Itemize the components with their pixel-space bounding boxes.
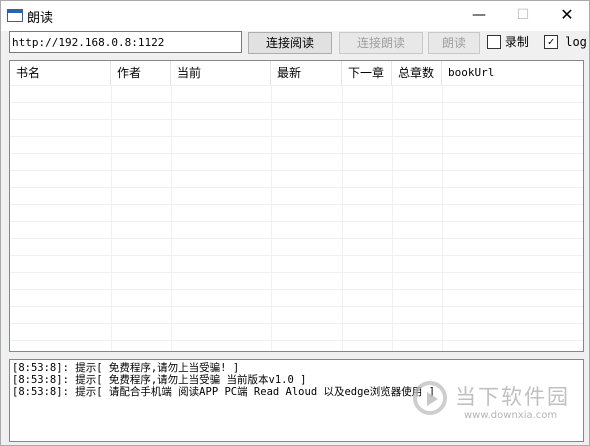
check-icon[interactable]: ✓	[544, 34, 558, 49]
app-window: 朗读 — ☐ ✕ http://192.168.0.8:1122 连接阅读 连接…	[0, 0, 590, 446]
column-header-next-chapter[interactable]: 下一章	[342, 61, 392, 85]
table-row-line	[10, 340, 583, 341]
column-header-book-url[interactable]: bookUrl	[442, 61, 583, 85]
maximize-button[interactable]: ☐	[501, 1, 545, 31]
table-row-line	[10, 187, 583, 188]
table-column-line	[342, 85, 343, 351]
log-line: [8:53:8]: 提示[ 请配合手机端 阅读APP PC端 Read Alou…	[12, 386, 435, 398]
log-line: [8:53:8]: 提示[ 免费程序,请勿上当受骗! ]	[12, 362, 240, 374]
book-table[interactable]: 书名 作者 当前 最新 下一章 总章数 bookUrl	[9, 60, 584, 352]
read-aloud-button[interactable]: 朗读	[428, 32, 480, 54]
table-row-line	[10, 272, 583, 273]
table-row-line	[10, 136, 583, 137]
column-header-total-chapters[interactable]: 总章数	[392, 61, 442, 85]
table-column-line	[171, 85, 172, 351]
minimize-button[interactable]: —	[457, 1, 501, 31]
table-column-line	[442, 85, 443, 351]
log-checkbox-label: log	[565, 35, 587, 49]
table-row-line	[10, 221, 583, 222]
close-button[interactable]: ✕	[545, 1, 589, 31]
server-url-input[interactable]: http://192.168.0.8:1122	[9, 31, 242, 53]
table-row-line	[10, 238, 583, 239]
table-row-line	[10, 204, 583, 205]
table-row-line	[10, 119, 583, 120]
table-column-line	[271, 85, 272, 351]
watermark-logo	[413, 381, 447, 415]
table-row-line	[10, 255, 583, 256]
table-column-line	[111, 85, 112, 351]
record-checkbox-label: 录制	[504, 35, 529, 49]
record-checkbox-box[interactable]	[487, 34, 501, 49]
table-row-line	[10, 306, 583, 307]
table-row-line	[10, 323, 583, 324]
column-header-title[interactable]: 书名	[10, 61, 111, 85]
watermark-url: www.downxia.com	[464, 410, 558, 421]
log-line: [8:53:8]: 提示[ 免费程序,请勿上当受骗 当前版本v1.0 ]	[12, 374, 307, 386]
table-row-line	[10, 85, 583, 86]
table-column-line	[392, 85, 393, 351]
table-row-line	[10, 102, 583, 103]
window-title: 朗读	[27, 11, 54, 26]
column-header-current[interactable]: 当前	[171, 61, 271, 85]
table-row-line	[10, 289, 583, 290]
connect-read-app-button[interactable]: 连接阅读	[248, 32, 332, 54]
log-checkbox[interactable]: ✓ log	[544, 34, 587, 50]
table-header: 书名 作者 当前 最新 下一章 总章数 bookUrl	[10, 61, 583, 85]
window-icon	[7, 9, 23, 22]
column-header-author[interactable]: 作者	[111, 61, 171, 85]
title-bar: 朗读 — ☐ ✕	[1, 1, 589, 31]
watermark-text: 当下软件园	[455, 385, 570, 409]
column-header-latest[interactable]: 最新	[271, 61, 342, 85]
connect-aloud-button[interactable]: 连接朗读	[339, 32, 423, 54]
table-row-line	[10, 153, 583, 154]
table-row-line	[10, 170, 583, 171]
record-checkbox[interactable]: 录制	[487, 34, 529, 50]
